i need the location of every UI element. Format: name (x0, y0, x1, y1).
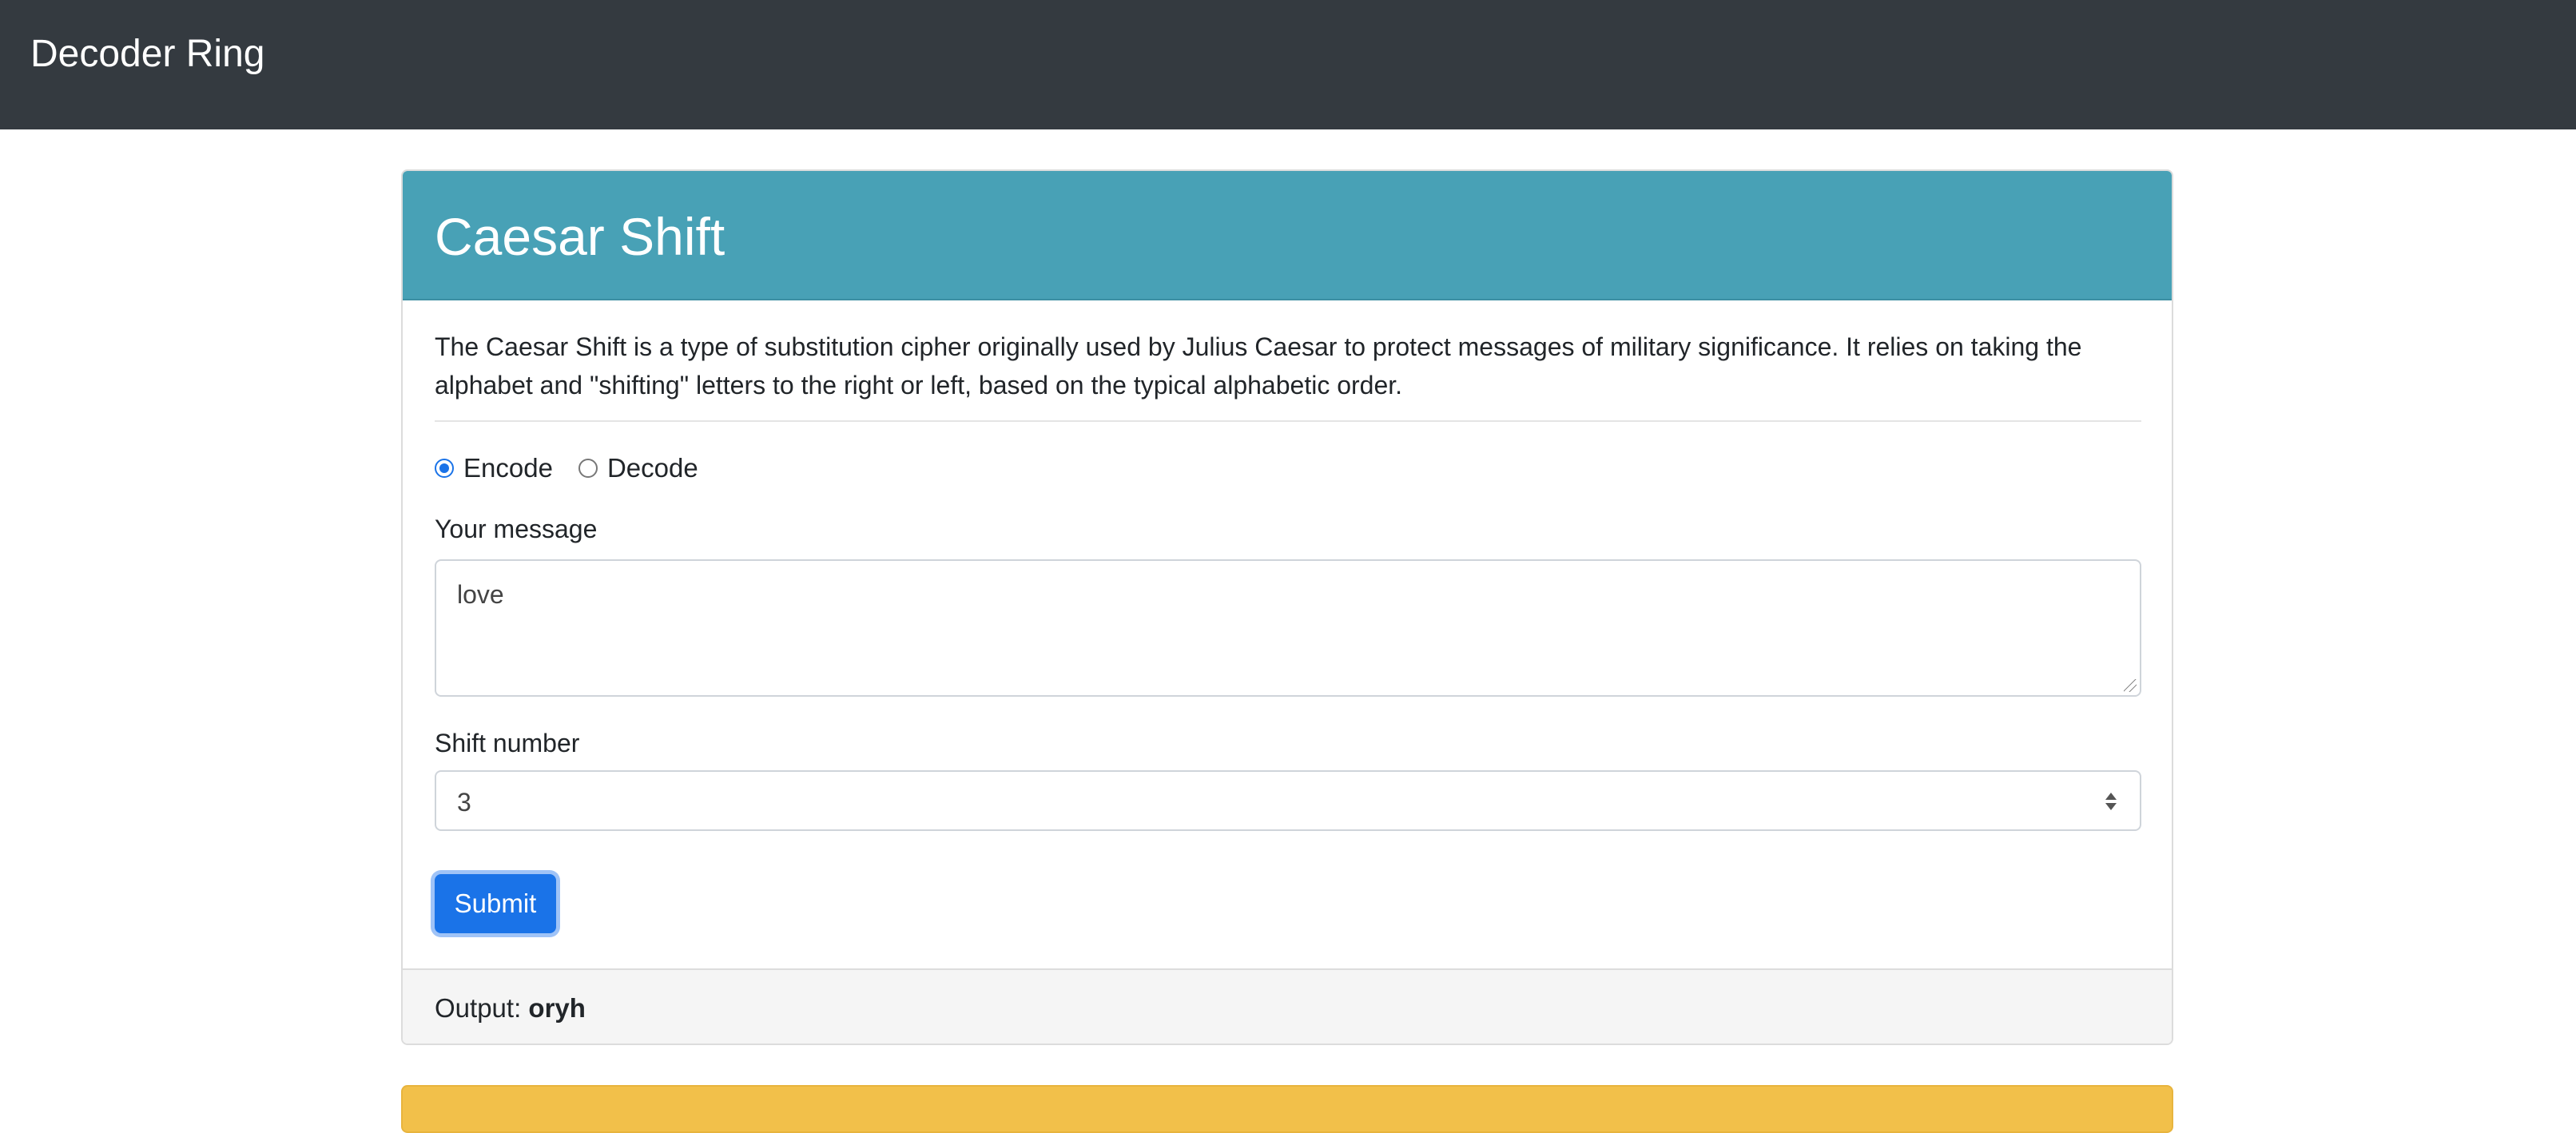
cipher-description: The Caesar Shift is a type of substituti… (435, 332, 2082, 400)
caesar-shift-card: Caesar Shift The Caesar Shift is a type … (401, 169, 2173, 1045)
message-textarea[interactable]: love (435, 559, 2141, 697)
stepper-up-icon[interactable] (2105, 793, 2117, 800)
next-cipher-card-header (401, 1085, 2173, 1133)
output-footer: Output: oryh (403, 968, 2172, 1044)
decode-radio[interactable] (578, 459, 598, 478)
output-value: oryh (528, 993, 586, 1023)
shift-value: 3 (457, 788, 471, 817)
encode-label[interactable]: Encode (463, 453, 553, 483)
stepper-down-icon[interactable] (2105, 803, 2117, 810)
submit-button[interactable]: Submit (435, 874, 556, 933)
mode-radio-group: Encode Decode (435, 452, 724, 484)
card-title: Caesar Shift (435, 207, 725, 266)
shift-label: Shift number (435, 729, 580, 757)
encode-radio[interactable] (435, 459, 454, 478)
output-text: Output: oryh (435, 992, 586, 1024)
stepper-icon[interactable] (2103, 786, 2119, 817)
divider (435, 420, 2141, 422)
message-value: love (457, 580, 504, 609)
card-header: Caesar Shift (403, 171, 2172, 300)
resize-handle-icon[interactable] (2124, 679, 2137, 692)
app-brand[interactable]: Decoder Ring (30, 29, 264, 80)
shift-number-input[interactable]: 3 (435, 770, 2141, 831)
message-label: Your message (435, 515, 598, 543)
navbar: Decoder Ring (0, 0, 2576, 129)
output-label: Output: (435, 993, 522, 1023)
decode-label[interactable]: Decode (607, 453, 698, 483)
